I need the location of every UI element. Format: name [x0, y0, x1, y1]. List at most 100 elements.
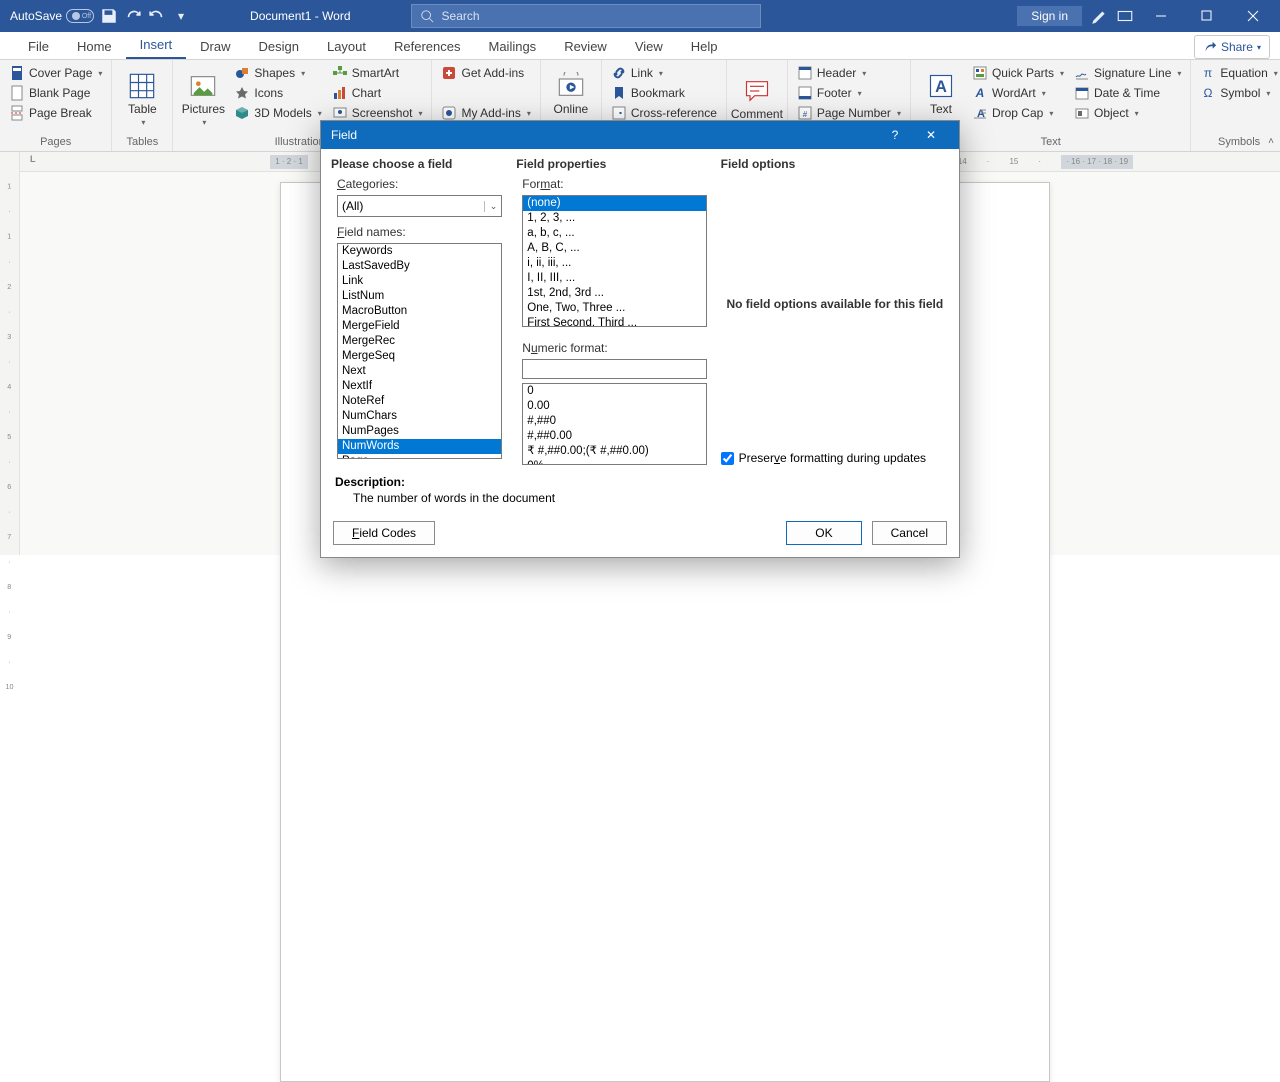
share-icon — [1203, 40, 1217, 54]
title-bar: AutoSave Off ▾ Document1 - Word Search S… — [0, 0, 1280, 32]
preserve-formatting-checkbox[interactable]: Preserve formatting during updates — [721, 451, 949, 465]
save-icon[interactable] — [100, 7, 118, 25]
redo-icon[interactable] — [124, 7, 142, 25]
date-time-button[interactable]: Date & Time — [1071, 84, 1184, 102]
search-icon — [420, 9, 434, 23]
field-name-item[interactable]: ListNum — [338, 289, 501, 304]
numeric-format-item[interactable]: #,##0 — [523, 414, 705, 429]
cover-page-button[interactable]: Cover Page — [6, 64, 105, 82]
format-item[interactable]: (none) — [523, 196, 705, 211]
sign-in-button[interactable]: Sign in — [1017, 6, 1082, 26]
tab-mailings[interactable]: Mailings — [475, 33, 551, 59]
field-name-item[interactable]: NumPages — [338, 424, 501, 439]
dialog-close-button[interactable]: ✕ — [913, 128, 949, 142]
tab-view[interactable]: View — [621, 33, 677, 59]
3d-models-button[interactable]: 3D Models — [231, 104, 324, 122]
tab-insert[interactable]: Insert — [126, 31, 187, 59]
link-button[interactable]: Link — [608, 64, 720, 82]
smartart-button[interactable]: SmartArt — [329, 64, 426, 82]
share-button[interactable]: Share▾ — [1194, 35, 1270, 59]
table-button[interactable]: Table — [118, 64, 166, 134]
minimize-button[interactable] — [1142, 0, 1180, 32]
preserve-formatting-input[interactable] — [721, 452, 734, 465]
equation-button[interactable]: πEquation — [1197, 64, 1280, 82]
quick-parts-button[interactable]: Quick Parts — [969, 64, 1067, 82]
numeric-format-item[interactable]: 0.00 — [523, 399, 705, 414]
tab-home[interactable]: Home — [63, 33, 126, 59]
numeric-format-item[interactable]: 0 — [523, 384, 705, 399]
format-listbox[interactable]: (none)1, 2, 3, ...a, b, c, ...A, B, C, .… — [522, 195, 706, 327]
ribbon-mode-icon[interactable] — [1116, 7, 1134, 25]
chart-button[interactable]: Chart — [329, 84, 426, 102]
page-break-button[interactable]: Page Break — [6, 104, 105, 122]
field-name-item[interactable]: Link — [338, 274, 501, 289]
format-item[interactable]: 1, 2, 3, ... — [523, 211, 705, 226]
field-name-item[interactable]: LastSavedBy — [338, 259, 501, 274]
undo-icon[interactable] — [148, 7, 166, 25]
format-item[interactable]: i, ii, iii, ... — [523, 256, 705, 271]
field-name-item[interactable]: MacroButton — [338, 304, 501, 319]
wordart-button[interactable]: AWordArt — [969, 84, 1067, 102]
numeric-format-input[interactable] — [522, 359, 706, 379]
tab-references[interactable]: References — [380, 33, 474, 59]
object-button[interactable]: Object — [1071, 104, 1184, 122]
field-name-item[interactable]: MergeField — [338, 319, 501, 334]
numeric-format-listbox[interactable]: 00.00#,##0#,##0.00₹ #,##0.00;(₹ #,##0.00… — [522, 383, 706, 465]
ribbon-tabs: File Home Insert Draw Design Layout Refe… — [0, 32, 1280, 60]
header-button[interactable]: Header — [794, 64, 904, 82]
group-pages: Cover Page Blank Page Page Break Pages — [0, 60, 112, 151]
numeric-format-item[interactable]: 0% — [523, 459, 705, 465]
tab-layout[interactable]: Layout — [313, 33, 380, 59]
coming-soon-icon[interactable] — [1090, 7, 1108, 25]
format-item[interactable]: 1st, 2nd, 3rd ... — [523, 286, 705, 301]
tab-draw[interactable]: Draw — [186, 33, 244, 59]
document-title: Document1 - Word — [250, 9, 350, 23]
field-name-item[interactable]: NextIf — [338, 379, 501, 394]
field-name-item[interactable]: Keywords — [338, 244, 501, 259]
field-name-item[interactable]: Page — [338, 454, 501, 459]
tab-help[interactable]: Help — [677, 33, 732, 59]
format-item[interactable]: A, B, C, ... — [523, 241, 705, 256]
customize-qat-icon[interactable]: ▾ — [172, 7, 190, 25]
tab-review[interactable]: Review — [550, 33, 621, 59]
tab-design[interactable]: Design — [245, 33, 313, 59]
footer-button[interactable]: Footer — [794, 84, 904, 102]
format-item[interactable]: First Second, Third ... — [523, 316, 705, 327]
autosave-toggle[interactable]: AutoSave Off — [10, 9, 94, 23]
close-button[interactable] — [1234, 0, 1272, 32]
format-item[interactable]: a, b, c, ... — [523, 226, 705, 241]
field-codes-button[interactable]: Field Codes — [333, 521, 435, 545]
numeric-format-item[interactable]: #,##0.00 — [523, 429, 705, 444]
field-name-item[interactable]: MergeRec — [338, 334, 501, 349]
choose-field-label: Please choose a field — [331, 157, 502, 171]
vertical-ruler: 1·1·2·3·4·5·6·7·8·9·10 — [0, 152, 20, 555]
ok-button[interactable]: OK — [786, 521, 861, 545]
dialog-titlebar: Field ? ✕ — [321, 121, 959, 149]
signature-line-button[interactable]: Signature Line — [1071, 64, 1184, 82]
bookmark-button[interactable]: Bookmark — [608, 84, 720, 102]
shapes-button[interactable]: Shapes — [231, 64, 324, 82]
pictures-button[interactable]: Pictures — [179, 64, 227, 134]
svg-text:A: A — [975, 86, 985, 100]
maximize-button[interactable] — [1188, 0, 1226, 32]
cancel-button[interactable]: Cancel — [872, 521, 947, 545]
blank-page-button[interactable]: Blank Page — [6, 84, 105, 102]
field-name-item[interactable]: MergeSeq — [338, 349, 501, 364]
format-item[interactable]: I, II, III, ... — [523, 271, 705, 286]
field-names-listbox[interactable]: KeywordsLastSavedByLinkListNumMacroButto… — [337, 243, 502, 459]
field-name-item[interactable]: Next — [338, 364, 501, 379]
dialog-help-button[interactable]: ? — [877, 128, 913, 142]
collapse-ribbon-button[interactable]: ˄ — [1268, 136, 1274, 147]
field-name-item[interactable]: NumChars — [338, 409, 501, 424]
tab-file[interactable]: File — [14, 33, 63, 59]
drop-cap-button[interactable]: ADrop Cap — [969, 104, 1067, 122]
get-addins-button[interactable]: Get Add-ins — [438, 64, 533, 82]
symbol-button[interactable]: ΩSymbol — [1197, 84, 1280, 102]
field-name-item[interactable]: NoteRef — [338, 394, 501, 409]
field-name-item[interactable]: NumWords — [338, 439, 501, 454]
format-item[interactable]: One, Two, Three ... — [523, 301, 705, 316]
numeric-format-item[interactable]: ₹ #,##0.00;(₹ #,##0.00) — [523, 444, 705, 459]
categories-combo[interactable]: (All) ⌄ — [337, 195, 502, 217]
search-box[interactable]: Search — [411, 4, 761, 28]
icons-button[interactable]: Icons — [231, 84, 324, 102]
